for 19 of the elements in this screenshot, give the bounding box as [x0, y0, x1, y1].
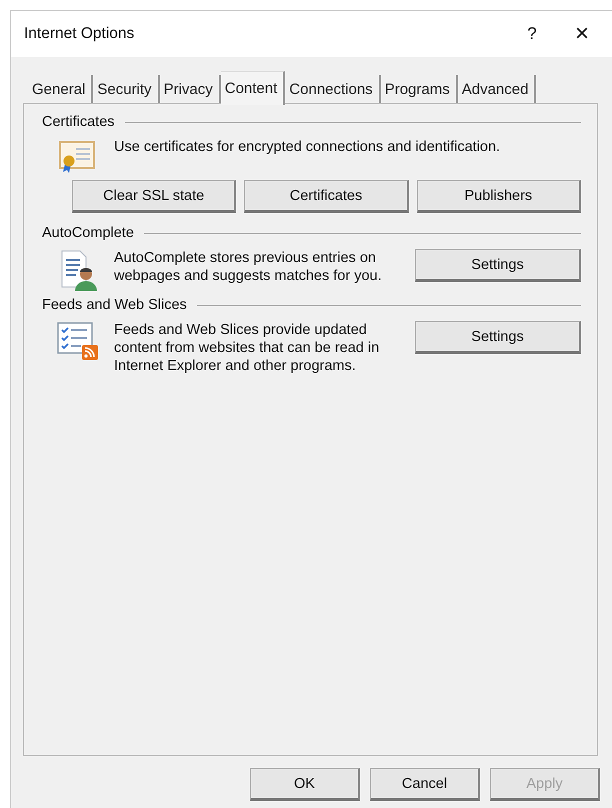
dialog-button[interactable]: Cancel: [370, 768, 480, 801]
close-button[interactable]: ×: [562, 20, 602, 48]
help-button[interactable]: ?: [512, 24, 552, 44]
section-description: AutoComplete stores previous entries on webpages and suggests matches for you.: [114, 249, 382, 285]
section-title: Certificates: [42, 114, 115, 130]
section-button[interactable]: Clear SSL state: [72, 180, 236, 213]
section-title: AutoComplete: [42, 225, 134, 241]
section-title: Feeds and Web Slices: [42, 297, 187, 313]
window-title: Internet Options: [24, 25, 136, 43]
certificate-icon: [58, 138, 98, 174]
dialog-button[interactable]: OK: [250, 768, 360, 801]
section-button[interactable]: Certificates: [244, 180, 409, 213]
section-description: Feeds and Web Slices provide updated content from websites that can be read in Internet Explorer and other programs.: [114, 321, 380, 375]
checklist-feed-icon: [56, 321, 100, 361]
settings-button[interactable]: Settings: [415, 321, 581, 354]
tab[interactable]: Content: [220, 71, 286, 105]
settings-button[interactable]: Settings: [415, 249, 581, 282]
section-button[interactable]: Publishers: [416, 180, 581, 213]
section-description: Use certificates for encrypted connections and identification.: [114, 138, 502, 156]
